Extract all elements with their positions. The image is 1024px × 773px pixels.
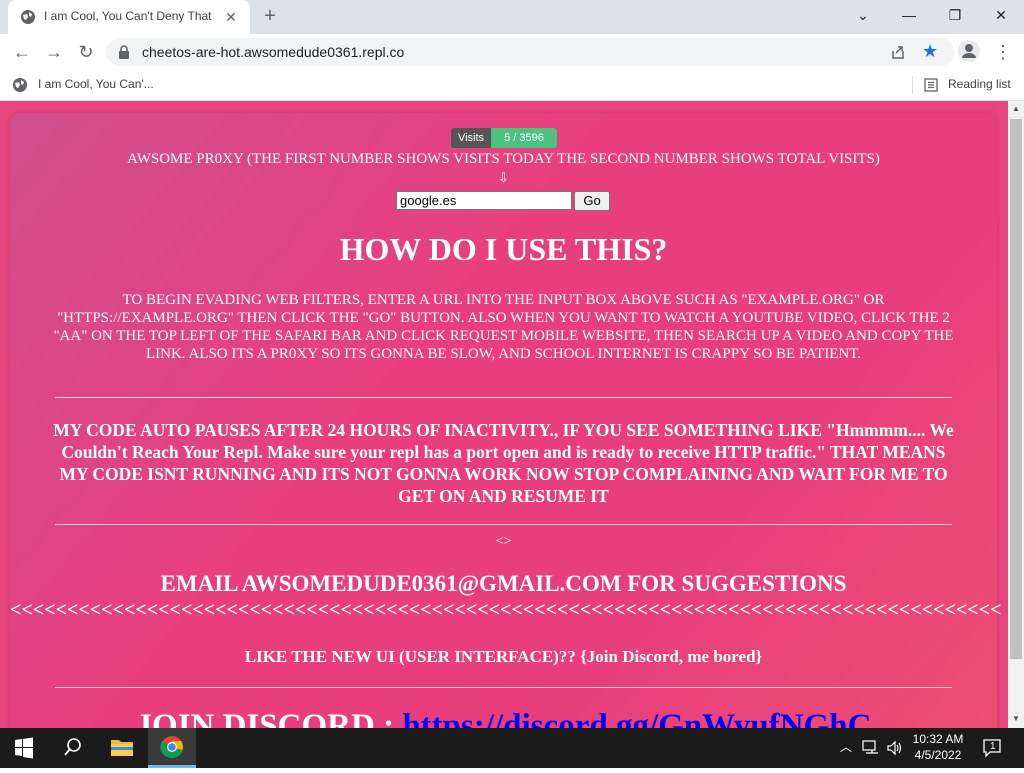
bookmarks-divider [912, 76, 913, 94]
arrows-line: <<<<<<<<<<<<<<<<<<<<<<<<<<<<<<<<<<<<<<<<… [10, 599, 1002, 621]
browser-tab[interactable]: I am Cool, You Can't Deny That ✕ [8, 0, 250, 34]
url-text[interactable]: cheetos-are-hot.awsomedude0361.repl.co [142, 44, 404, 60]
chrome-icon [160, 736, 183, 759]
clock-date[interactable]: 4/5/2022 [904, 748, 972, 762]
reading-list-button[interactable]: Reading list [924, 75, 1016, 95]
howto-heading: HOW DO I USE THIS? [339, 231, 668, 267]
lock-icon[interactable] [118, 45, 130, 59]
discord-heading: JOIN DISCORD : https://discord.gg/GnWyuf… [10, 708, 997, 728]
scroll-down-icon[interactable]: ▼ [1008, 711, 1024, 727]
scrollbar[interactable]: ▲ ▼ [1008, 101, 1024, 728]
warning-text: MY CODE AUTO PAUSES AFTER 24 HOURS OF IN… [53, 420, 954, 506]
globe-icon [21, 10, 35, 24]
reading-list-label: Reading list [948, 77, 1011, 91]
profile-icon[interactable] [958, 40, 980, 62]
go-button[interactable]: Go [574, 191, 610, 211]
visits-value: 5 / 3596 [491, 128, 557, 148]
windows-icon [15, 737, 33, 759]
chrome-taskbar-button[interactable] [148, 728, 196, 768]
email-heading: EMAIL AWSOMEDUDE0361@GMAIL.COM FOR SUGGE… [160, 571, 847, 596]
tab-close-icon[interactable]: ✕ [222, 8, 240, 26]
visits-label: Visits [451, 128, 491, 148]
restore-button[interactable]: ❐ [944, 5, 966, 25]
bookmark-star-icon[interactable]: ★ [922, 41, 938, 61]
search-button[interactable] [48, 728, 96, 768]
new-ui-text: LIKE THE NEW UI (USER INTERFACE)?? {Join… [244, 647, 763, 666]
bookmark-item[interactable]: I am Cool, You Can'... [12, 75, 172, 95]
notification-count: 1 [990, 741, 996, 752]
content-card: Visits 5 / 3596 AWSOME PR0XY (THE FIRST … [10, 113, 1002, 728]
back-button[interactable]: ← [10, 40, 34, 64]
address-bar[interactable]: cheetos-are-hot.awsomedude0361.repl.co ★ [106, 38, 954, 66]
forward-button[interactable]: → [42, 40, 66, 64]
scrollbar-thumb[interactable] [1010, 119, 1022, 659]
bookmarks-bar: I am Cool, You Can'... Reading list [0, 70, 1024, 101]
notifications-button[interactable]: 1 [982, 738, 1004, 758]
tab-strip: I am Cool, You Can't Deny That ✕ + ⌄ — ❐… [0, 0, 1024, 34]
search-icon [64, 738, 81, 756]
howto-text: TO BEGIN EVADING WEB FILTERS, ENTER A UR… [53, 292, 954, 362]
divider [55, 687, 952, 688]
small-glyph: <> [495, 534, 512, 549]
globe-icon [13, 78, 27, 92]
divider [55, 524, 952, 525]
chevron-up-icon[interactable]: ︿ [838, 738, 854, 758]
folder-icon [111, 740, 133, 756]
volume-icon[interactable] [886, 740, 904, 756]
visits-badge: Visits 5 / 3596 [451, 128, 557, 148]
bookmark-label: I am Cool, You Can'... [38, 77, 154, 91]
discord-link[interactable]: https://discord.gg/GnWyufNGhC [402, 708, 871, 728]
page-subtitle: AWSOME PR0XY (THE FIRST NUMBER SHOWS VIS… [127, 151, 880, 167]
window-close-button[interactable]: ✕ [990, 5, 1012, 25]
reading-list-icon [924, 78, 938, 92]
browser-toolbar: ← → ↻ cheetos-are-hot.awsomedude0361.rep… [0, 34, 1024, 70]
divider [55, 397, 952, 398]
clock-time[interactable]: 10:32 AM [904, 732, 972, 746]
reload-button[interactable]: ↻ [74, 40, 98, 64]
discord-prefix: JOIN DISCORD : [135, 708, 403, 728]
taskbar: ︿ 10:32 AM 4/5/2022 1 [0, 728, 1024, 768]
file-explorer-button[interactable] [98, 728, 146, 768]
url-input[interactable] [396, 191, 572, 210]
page-viewport: Visits 5 / 3596 AWSOME PR0XY (THE FIRST … [0, 101, 1008, 728]
new-tab-button[interactable]: + [258, 6, 282, 28]
share-icon[interactable] [890, 44, 906, 60]
start-button[interactable] [0, 728, 48, 768]
minimize-button[interactable]: — [898, 5, 920, 25]
browser-menu-icon[interactable]: ⋮ [994, 40, 1012, 64]
down-arrow-icon: ⇩ [498, 170, 509, 185]
network-icon[interactable] [862, 740, 880, 756]
tab-title: I am Cool, You Can't Deny That [44, 9, 212, 23]
tab-search-icon[interactable]: ⌄ [852, 5, 874, 25]
scroll-up-icon[interactable]: ▲ [1008, 101, 1024, 117]
